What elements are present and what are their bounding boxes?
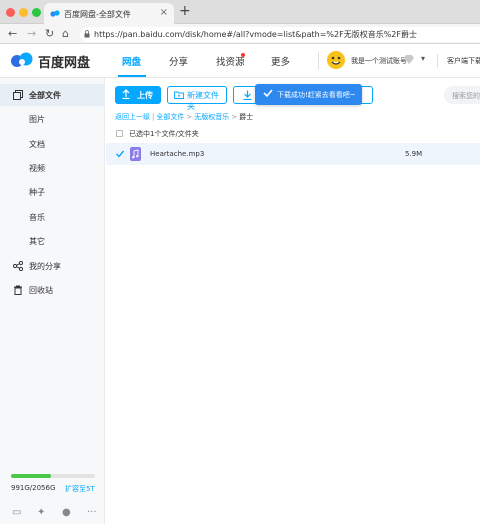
- file-size: 5.9M: [405, 150, 423, 158]
- new-folder-button[interactable]: 新建文件夹: [167, 86, 227, 111]
- share-icon: [13, 261, 23, 271]
- breadcrumb-separator: |: [152, 113, 155, 121]
- upload-button[interactable]: 上传: [115, 86, 161, 104]
- username[interactable]: 我是一个测试账号: [351, 56, 407, 66]
- breadcrumb-separator: >: [231, 113, 238, 121]
- sidebar-item-label: 文档: [29, 140, 45, 149]
- breadcrumb-back-link[interactable]: 返回上一级: [115, 113, 150, 121]
- sidebar-item-videos[interactable]: 视频: [0, 157, 105, 179]
- baidu-pan-logo-icon: [11, 52, 33, 67]
- reload-icon[interactable]: ↻: [45, 27, 54, 40]
- sidebar-item-label: 音乐: [29, 213, 45, 222]
- home-icon[interactable]: ⌂: [62, 27, 69, 40]
- avatar[interactable]: [327, 51, 345, 69]
- sidebar-item-my-shares[interactable]: 我的分享: [0, 255, 105, 277]
- breadcrumb-current: 爵士: [239, 113, 254, 121]
- android-icon[interactable]: ✦: [37, 507, 45, 518]
- storage-quota-bar: [11, 474, 95, 478]
- search-input[interactable]: 搜索您的文件: [444, 86, 480, 104]
- sidebar-item-documents[interactable]: 文档: [0, 133, 105, 155]
- divider: [318, 52, 319, 70]
- music-file-icon: [130, 147, 141, 161]
- logo-text: 百度网盘: [38, 56, 91, 71]
- close-tab-icon[interactable]: ×: [160, 7, 168, 18]
- selection-count-text: 已选中1个文件/文件夹: [129, 130, 199, 138]
- sidebar-item-music[interactable]: 音乐: [0, 206, 105, 228]
- back-arrow-icon[interactable]: ←: [8, 27, 17, 40]
- desktop-client-icon[interactable]: ▭: [12, 507, 21, 518]
- apple-icon[interactable]: ●: [62, 507, 71, 518]
- maximize-window-button[interactable]: [32, 8, 41, 17]
- trash-icon: [14, 285, 22, 295]
- smiley-icon: [331, 56, 341, 65]
- breadcrumb-separator: >: [186, 113, 193, 121]
- new-folder-icon: [174, 91, 184, 99]
- nav-share[interactable]: 分享: [169, 54, 188, 68]
- nav-netdisk[interactable]: 网盘: [122, 54, 141, 68]
- download-icon: [243, 90, 252, 100]
- lock-icon: [84, 30, 90, 38]
- storage-quota-fill: [11, 474, 52, 478]
- browser-tab-strip: 百度网盘-全部文件 × +: [0, 0, 480, 24]
- forward-arrow-icon[interactable]: →: [27, 27, 36, 40]
- select-all-checkbox[interactable]: [116, 130, 123, 137]
- sidebar-item-images[interactable]: 图片: [0, 108, 105, 130]
- storage-quota-text: 991G/2056G: [11, 484, 56, 492]
- address-bar[interactable]: https://pan.baidu.com/disk/home#/all?vmo…: [80, 27, 480, 42]
- selection-bar: 已选中1个文件/文件夹: [115, 127, 480, 141]
- url-text: https://pan.baidu.com/disk/home#/all?vmo…: [94, 30, 418, 39]
- upload-label: 上传: [137, 91, 153, 100]
- breadcrumb: 返回上一级 | 全部文件 > 无版权音乐 > 爵士: [115, 112, 253, 122]
- close-window-button[interactable]: [6, 8, 15, 17]
- sidebar-item-label: 种子: [29, 188, 45, 197]
- expand-storage-link[interactable]: 扩容至5T: [65, 484, 95, 494]
- upload-icon: [122, 89, 130, 99]
- client-download-link[interactable]: 客户端下载: [447, 56, 480, 66]
- breadcrumb-all-files-link[interactable]: 全部文件: [156, 113, 184, 121]
- row-checked-icon[interactable]: [116, 150, 124, 158]
- sidebar-item-label: 全部文件: [29, 91, 61, 100]
- baidu-pan-favicon-icon: [50, 10, 60, 17]
- new-tab-button[interactable]: +: [179, 3, 191, 19]
- sidebar-item-label: 其它: [29, 237, 45, 246]
- browser-toolbar: ← → ↻ ⌂ https://pan.baidu.com/disk/home#…: [0, 24, 480, 44]
- nav-more[interactable]: 更多: [271, 54, 290, 68]
- breadcrumb-folder-link[interactable]: 无版权音乐: [194, 113, 229, 121]
- app-header: 百度网盘 网盘 分享 找资源 更多 我是一个测试账号 ▾ 客户端下载: [0, 44, 480, 78]
- sidebar-item-label: 图片: [29, 115, 45, 124]
- active-nav-underline: [118, 75, 146, 77]
- files-icon: [13, 90, 23, 100]
- sidebar-item-label: 我的分享: [29, 262, 61, 271]
- file-name[interactable]: Heartache.mp3: [150, 150, 204, 158]
- chevron-down-icon[interactable]: ▾: [421, 54, 425, 63]
- vip-diamond-icon: [404, 55, 414, 64]
- new-folder-label: 新建文件夹: [187, 91, 219, 111]
- table-row[interactable]: Heartache.mp3 5.9M: [106, 143, 480, 165]
- tab-title: 百度网盘-全部文件: [64, 10, 131, 19]
- more-icon[interactable]: ···: [87, 507, 97, 518]
- notification-dot: [241, 53, 245, 57]
- toast-message: 下载成功!赶紧去看看吧~: [277, 91, 356, 99]
- music-note-icon: [132, 149, 139, 159]
- sidebar: 全部文件 图片 文档 视频 种子 音乐 其它 我的分享 回收站 991G/205…: [0, 78, 105, 524]
- nav-find-resources[interactable]: 找资源: [216, 54, 245, 68]
- divider: [437, 54, 438, 68]
- sidebar-item-all-files[interactable]: 全部文件: [0, 84, 105, 106]
- sidebar-item-other[interactable]: 其它: [0, 230, 105, 252]
- check-icon: [263, 89, 273, 98]
- minimize-window-button[interactable]: [19, 8, 28, 17]
- sidebar-item-label: 回收站: [29, 286, 53, 295]
- browser-tab[interactable]: 百度网盘-全部文件 ×: [44, 3, 174, 24]
- download-success-toast: 下载成功!赶紧去看看吧~: [255, 84, 362, 105]
- sidebar-item-torrents[interactable]: 种子: [0, 181, 105, 203]
- sidebar-item-label: 视频: [29, 164, 45, 173]
- sidebar-item-recycle-bin[interactable]: 回收站: [0, 279, 105, 301]
